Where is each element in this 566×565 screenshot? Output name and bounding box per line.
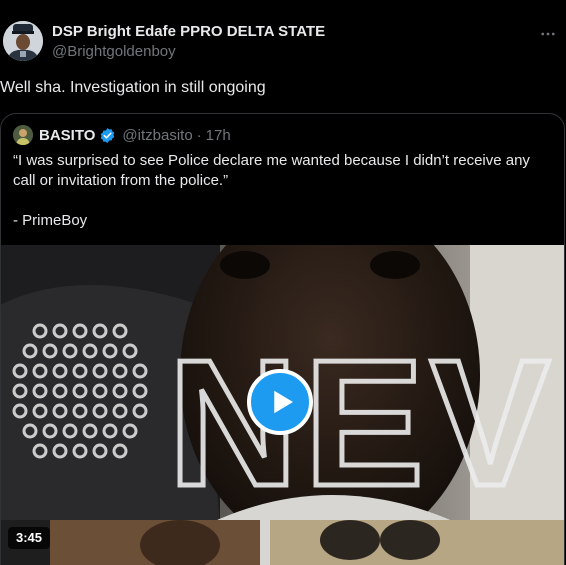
avatar-image bbox=[3, 21, 43, 61]
author-avatar[interactable] bbox=[3, 21, 43, 61]
more-options-button[interactable] bbox=[538, 24, 558, 44]
author-display-name[interactable]: DSP Bright Edafe PPRO DELTA STATE bbox=[52, 22, 325, 42]
header-separator: · bbox=[196, 126, 202, 144]
quoted-tweet-header: BASITO @itzbasito · 17h bbox=[13, 125, 231, 145]
quoted-author-handle[interactable]: @itzbasito bbox=[122, 127, 192, 144]
quoted-author-avatar[interactable] bbox=[13, 125, 33, 145]
verified-badge-icon bbox=[101, 127, 115, 143]
quoted-tweet-text: “I was surprised to see Police declare m… bbox=[13, 151, 553, 231]
play-button[interactable] bbox=[247, 369, 313, 435]
quoted-timestamp[interactable]: 17h bbox=[206, 127, 231, 144]
quote-line: “I was surprised to see Police declare m… bbox=[13, 152, 530, 189]
author-info: DSP Bright Edafe PPRO DELTA STATE @Brigh… bbox=[52, 22, 325, 62]
video-duration-badge: 3:45 bbox=[8, 527, 51, 549]
video-overlay-text: NEV bbox=[168, 323, 556, 524]
play-icon bbox=[273, 390, 293, 414]
quoted-avatar-image bbox=[13, 125, 33, 145]
ellipsis-icon bbox=[541, 32, 555, 36]
quote-attribution: - PrimeBoy bbox=[13, 212, 88, 229]
quoted-tweet[interactable]: BASITO @itzbasito · 17h “I was surprised… bbox=[0, 113, 565, 565]
quoted-author-name[interactable]: BASITO bbox=[39, 127, 95, 144]
author-handle[interactable]: @Brightgoldenboy bbox=[52, 42, 325, 62]
tweet-text: Well sha. Investigation in still ongoing bbox=[0, 79, 266, 96]
tweet: DSP Bright Edafe PPRO DELTA STATE @Brigh… bbox=[0, 0, 566, 565]
